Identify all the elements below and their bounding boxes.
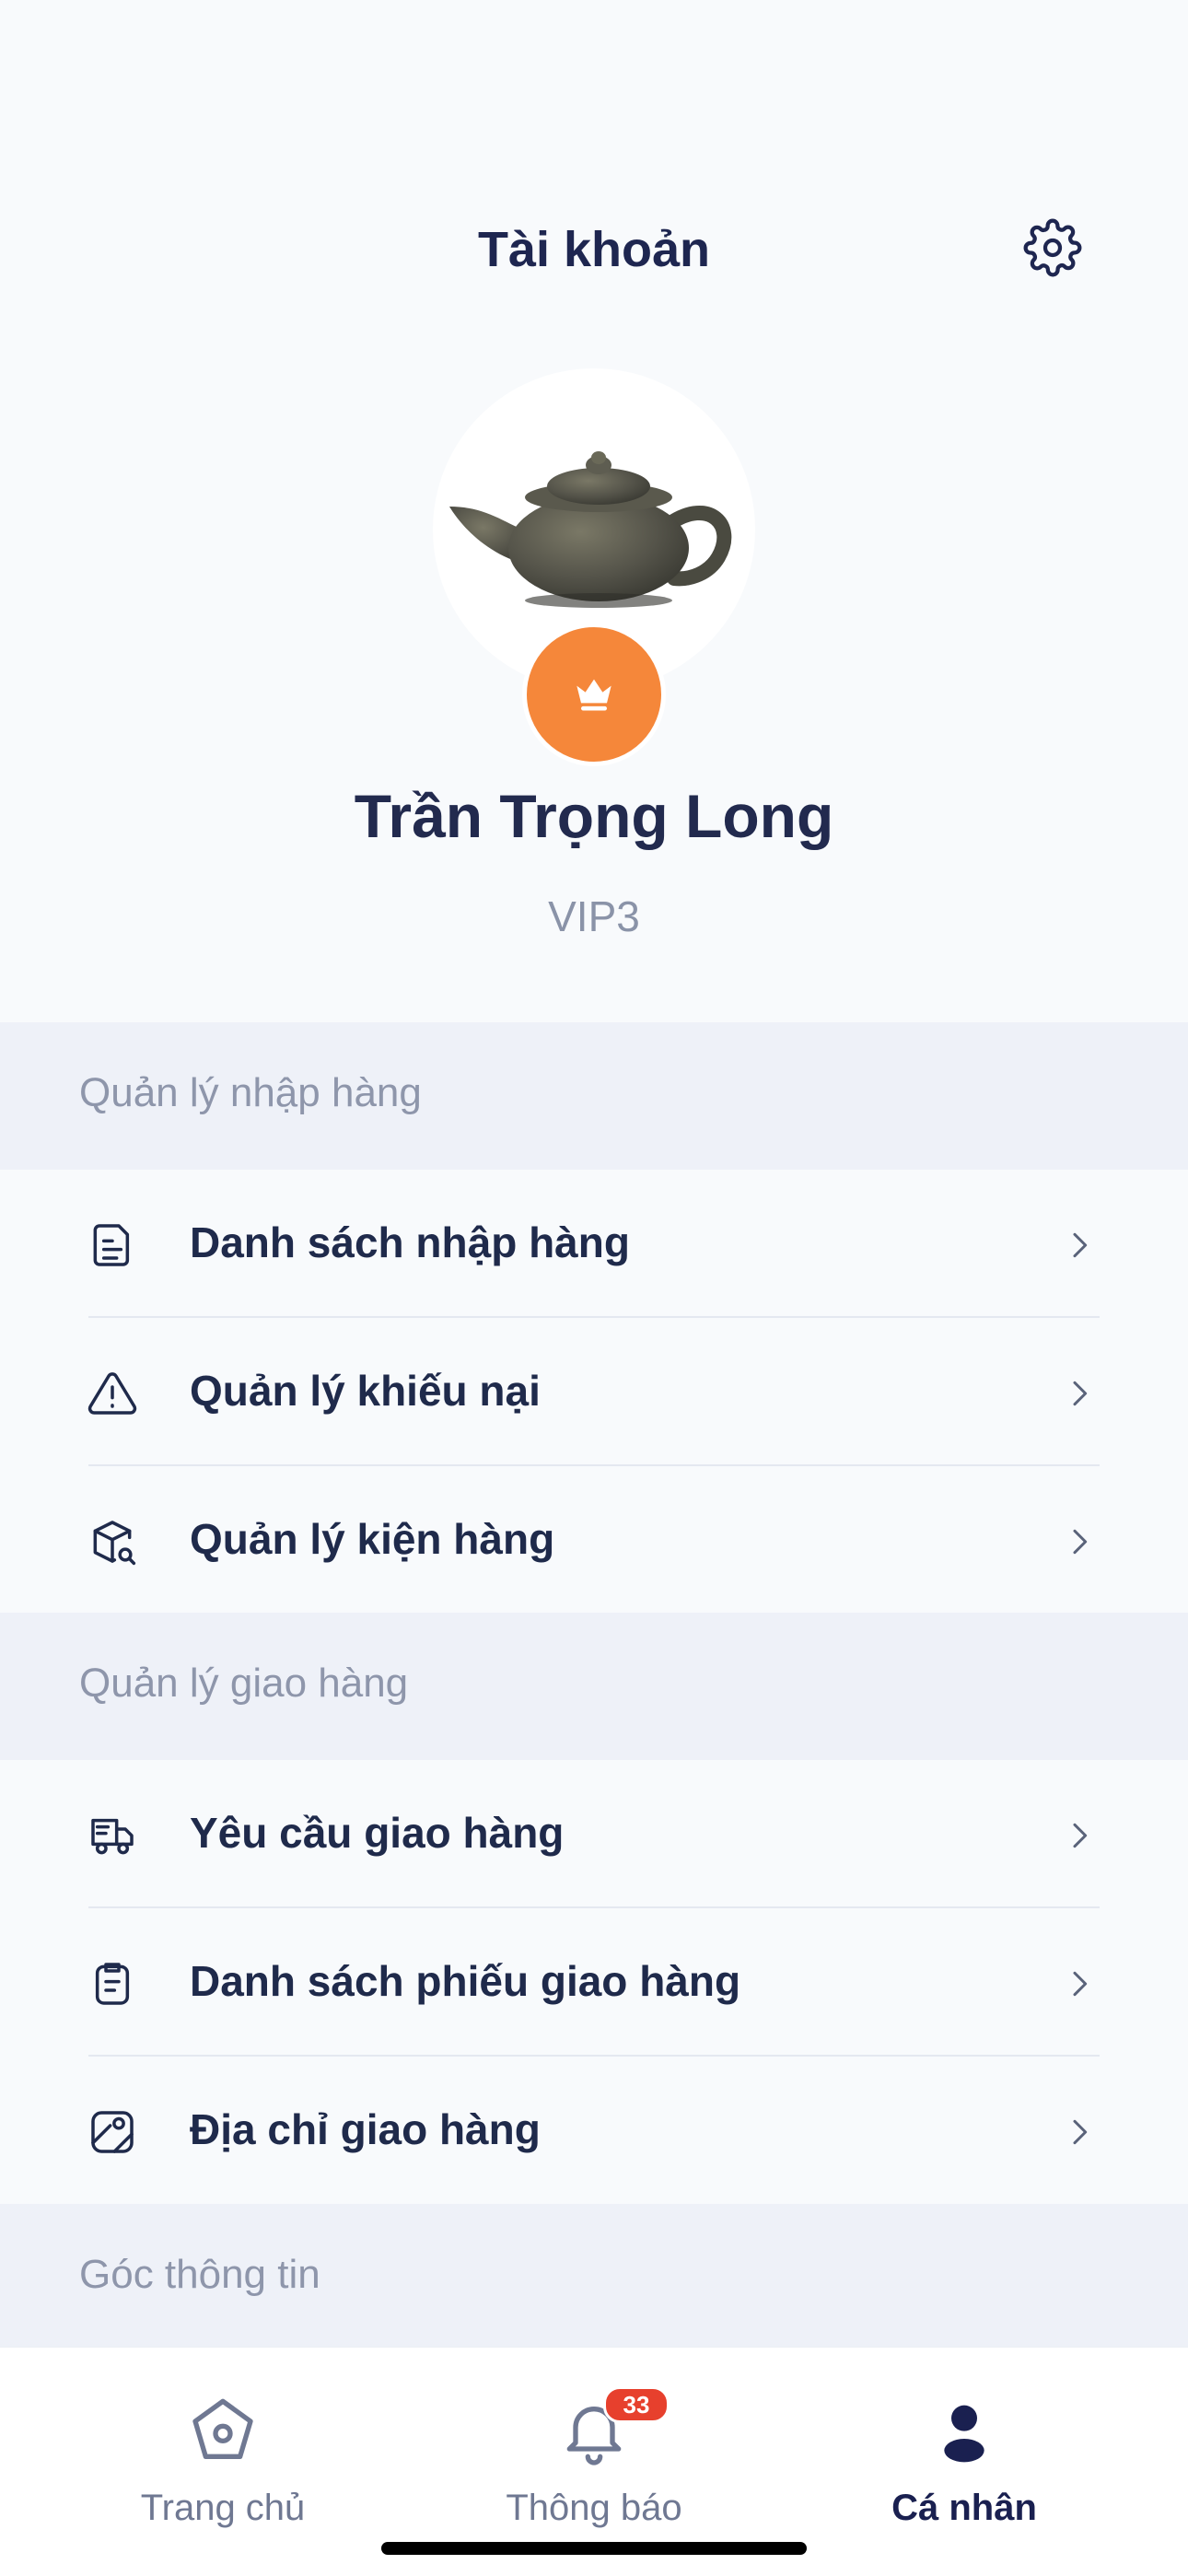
vip-badge xyxy=(522,623,666,766)
tab-notifications[interactable]: 33 Thông báo xyxy=(456,2348,732,2532)
page-title: Tài khoản xyxy=(477,222,711,277)
home-icon xyxy=(192,2398,253,2459)
package-search-icon xyxy=(93,1521,136,1566)
tab-profile[interactable]: Cá nhân xyxy=(826,2348,1102,2532)
menu-item-delivery-request[interactable]: Yêu cầu giao hàng xyxy=(0,1760,1188,1908)
menu-item-label: Quản lý khiếu nại xyxy=(190,1367,541,1415)
section-header-delivery: Quản lý giao hàng xyxy=(0,1613,1188,1760)
menu-item-label: Danh sách nhập hàng xyxy=(190,1218,630,1266)
menu-item-label: Quản lý kiện hàng xyxy=(190,1515,555,1563)
settings-button[interactable] xyxy=(1020,216,1085,280)
menu-item-label: Địa chỉ giao hàng xyxy=(190,2105,541,2153)
tab-label: Cá nhân xyxy=(891,2488,1037,2528)
delivery-truck-icon xyxy=(91,1818,134,1855)
profile-section: Trần Trọng Long VIP3 xyxy=(0,368,1188,1022)
clipboard-list-icon xyxy=(93,1224,130,1266)
section-title: Quản lý giao hàng xyxy=(79,1661,409,1706)
menu-item-packages[interactable]: Quản lý kiện hàng xyxy=(0,1466,1188,1614)
menu-item-delivery-address[interactable]: Địa chỉ giao hàng xyxy=(0,2057,1188,2205)
user-level: VIP3 xyxy=(548,892,640,940)
home-indicator xyxy=(381,2542,807,2555)
section-title: Quản lý nhập hàng xyxy=(79,1070,422,1115)
chevron-right-icon xyxy=(1073,1823,1088,1848)
menu-item-label: Danh sách phiếu giao hàng xyxy=(190,1957,741,2005)
notification-count-badge: 33 xyxy=(603,2386,670,2423)
gear-icon xyxy=(1023,218,1082,277)
section-title: Góc thông tin xyxy=(79,2252,320,2297)
menu-item-label: Yêu cầu giao hàng xyxy=(190,1809,565,1857)
chevron-right-icon xyxy=(1073,1232,1088,1258)
tab-label: Trang chủ xyxy=(140,2488,306,2528)
user-icon xyxy=(944,2405,984,2463)
tab-home[interactable]: Trang chủ xyxy=(85,2348,361,2532)
menu-item-delivery-slips[interactable]: Danh sách phiếu giao hàng xyxy=(0,1908,1188,2057)
crown-icon xyxy=(577,679,611,711)
tab-label: Thông báo xyxy=(506,2488,682,2528)
chevron-right-icon xyxy=(1073,1971,1088,1997)
clipboard-receipt-icon xyxy=(95,1963,130,2005)
chevron-right-icon xyxy=(1073,1529,1088,1555)
menu-item-complaints[interactable]: Quản lý khiếu nại xyxy=(0,1318,1188,1466)
map-location-icon xyxy=(91,2111,134,2153)
chevron-right-icon xyxy=(1073,1381,1088,1406)
menu-item-import-list[interactable]: Danh sách nhập hàng xyxy=(0,1170,1188,1318)
warning-triangle-icon xyxy=(87,1372,137,1415)
chevron-right-icon xyxy=(1073,2119,1088,2145)
header-bar: Tài khoản xyxy=(0,0,1188,313)
section-header-info: Góc thông tin xyxy=(0,2204,1188,2351)
user-name: Trần Trọng Long xyxy=(354,782,834,850)
section-header-import: Quản lý nhập hàng xyxy=(0,1022,1188,1170)
